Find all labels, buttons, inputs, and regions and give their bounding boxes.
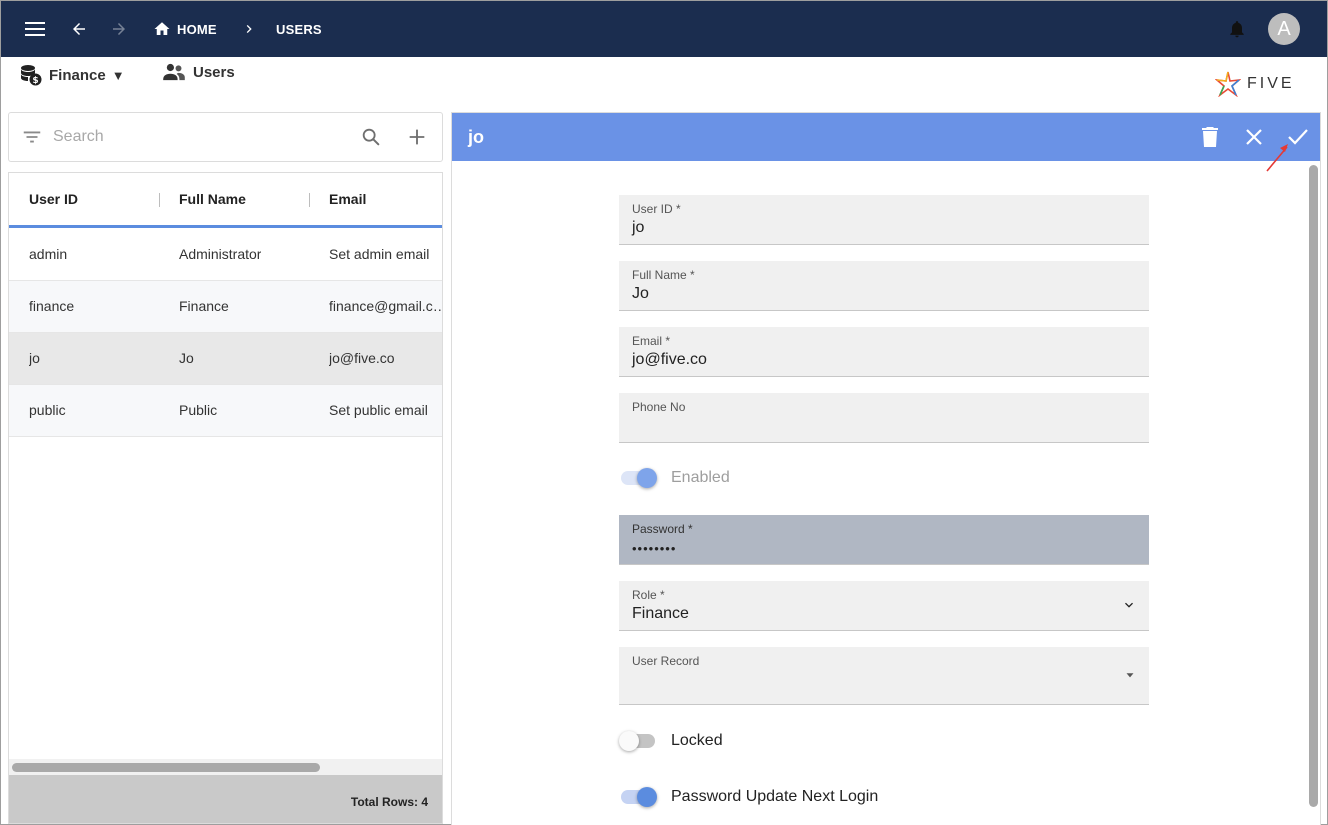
list-header: User ID Full Name Email (9, 173, 442, 228)
five-logo: FIVE (1215, 71, 1295, 97)
phone-label: Phone No (632, 400, 686, 414)
full-name-value: Jo (632, 285, 649, 302)
search-input[interactable] (53, 123, 343, 151)
enabled-toggle[interactable]: Enabled (619, 468, 730, 488)
database-dollar-icon: $ (21, 65, 42, 86)
cell-full-name: Public (179, 402, 218, 418)
cell-email: Set public email (329, 402, 428, 418)
caret-down-icon[interactable] (1123, 668, 1137, 687)
cell-user-id: finance (29, 298, 75, 314)
form-header: jo (452, 113, 1320, 161)
svg-text:$: $ (32, 76, 38, 86)
table-row[interactable]: public Public Set public email (9, 385, 442, 437)
top-app-bar: HOME USERS A (1, 1, 1327, 57)
bell-icon[interactable] (1225, 17, 1249, 41)
email-value: jo@five.co (632, 351, 707, 368)
menu-icon[interactable] (23, 17, 47, 41)
enabled-label: Enabled (671, 469, 730, 486)
user-record-label: User Record (632, 654, 700, 668)
chevron-down-icon[interactable] (1121, 597, 1137, 618)
cell-full-name: Administrator (179, 246, 262, 262)
horizontal-scrollbar[interactable] (9, 759, 442, 775)
cell-email: jo@five.co (329, 350, 395, 366)
close-icon (1246, 129, 1262, 145)
user-id-value: jo (632, 219, 645, 236)
trash-icon (1202, 127, 1218, 147)
table-row[interactable]: finance Finance finance@gmail.c… (9, 281, 443, 333)
breadcrumb-home[interactable]: HOME (153, 1, 217, 57)
role-value: Finance (632, 605, 689, 622)
avatar[interactable]: A (1268, 13, 1300, 45)
vertical-scrollbar[interactable] (1309, 165, 1318, 807)
phone-field[interactable]: Phone No (619, 393, 1149, 443)
role-label: Role * (632, 588, 665, 602)
email-label: Email * (632, 334, 671, 348)
logo-text: FIVE (1247, 75, 1295, 92)
breadcrumb-current-label: USERS (276, 21, 322, 37)
users-link-label: Users (193, 63, 235, 81)
column-header-user-id[interactable]: User ID (29, 191, 78, 207)
breadcrumb-current: USERS (276, 1, 322, 57)
breadcrumb-home-label: HOME (177, 21, 217, 37)
cell-full-name: Jo (179, 350, 194, 366)
chevron-right-icon (237, 17, 261, 41)
search-icon[interactable] (360, 126, 382, 153)
password-update-switch[interactable] (621, 787, 657, 807)
form-title: jo (468, 127, 484, 147)
full-name-label: Full Name * (632, 268, 695, 282)
user-id-field[interactable]: User ID * jo (619, 195, 1149, 245)
password-value: •••••••• (632, 541, 677, 556)
scrollbar-thumb[interactable] (12, 763, 320, 772)
cell-full-name: Finance (179, 298, 229, 314)
locked-toggle[interactable]: Locked (619, 731, 723, 751)
users-list: User ID Full Name Email admin Administra… (8, 172, 443, 824)
password-field[interactable]: Password * •••••••• (619, 515, 1149, 565)
delete-button[interactable] (1198, 125, 1222, 149)
user-id-label: User ID * (632, 202, 681, 216)
sub-header: $ Finance ▼ Users FIVE (1, 57, 1327, 109)
cell-user-id: jo (29, 350, 40, 366)
total-rows-label: Total Rows: 4 (350, 795, 428, 809)
column-divider[interactable] (159, 193, 160, 207)
full-name-field[interactable]: Full Name * Jo (619, 261, 1149, 311)
cell-email: finance@gmail.c… (329, 298, 443, 314)
avatar-letter: A (1277, 17, 1291, 40)
user-record-select[interactable]: User Record (619, 647, 1149, 705)
locked-switch[interactable] (619, 731, 655, 751)
user-form-panel: jo User ID * jo Full Name * Jo Email * j… (451, 112, 1321, 825)
app-selector-label: Finance (49, 66, 106, 84)
password-update-label: Password Update Next Login (671, 788, 879, 805)
list-footer: Total Rows: 4 (9, 775, 442, 823)
column-header-full-name[interactable]: Full Name (179, 191, 246, 207)
enabled-switch[interactable] (621, 468, 657, 488)
filter-icon[interactable] (21, 126, 43, 153)
back-arrow-icon[interactable] (67, 17, 91, 41)
locked-label: Locked (671, 732, 723, 749)
users-menu-link[interactable]: Users (163, 63, 235, 81)
five-star-logo-icon (1215, 71, 1241, 97)
annotation-arrow-icon (1266, 144, 1288, 172)
column-divider[interactable] (309, 193, 310, 207)
users-group-icon (163, 63, 185, 81)
table-row[interactable]: admin Administrator Set admin email (9, 229, 442, 281)
table-row-selected[interactable]: jo Jo jo@five.co (9, 333, 442, 385)
caret-down-icon: ▼ (111, 67, 125, 83)
password-label: Password * (632, 522, 693, 536)
forward-arrow-icon[interactable] (107, 17, 131, 41)
password-update-toggle[interactable]: Password Update Next Login (619, 787, 879, 807)
column-header-email[interactable]: Email (329, 191, 366, 207)
role-select[interactable]: Role * Finance (619, 581, 1149, 631)
cell-user-id: public (29, 402, 66, 418)
email-field[interactable]: Email * jo@five.co (619, 327, 1149, 377)
app-selector[interactable]: $ Finance ▼ (19, 63, 125, 87)
cell-email: Set admin email (329, 246, 430, 262)
cell-user-id: admin (29, 246, 68, 262)
search-bar (8, 112, 443, 162)
home-icon (154, 22, 170, 35)
add-icon[interactable] (406, 126, 428, 153)
